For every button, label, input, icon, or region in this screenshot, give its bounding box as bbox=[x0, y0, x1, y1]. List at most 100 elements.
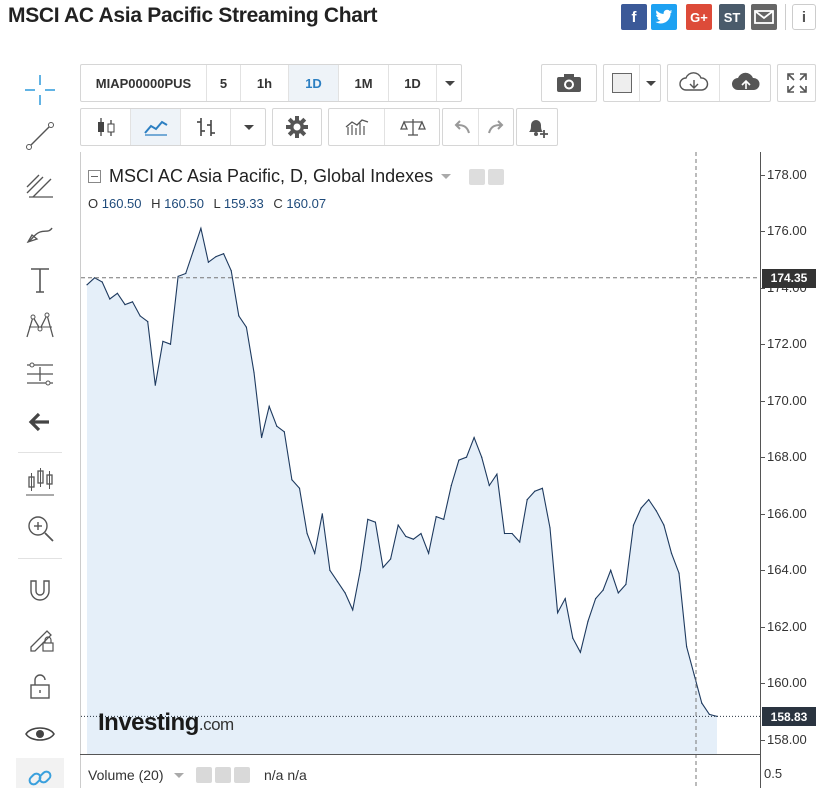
data-point bbox=[261, 436, 263, 439]
axis-tick-mark bbox=[761, 287, 765, 289]
data-point bbox=[116, 292, 118, 294]
data-point bbox=[640, 507, 642, 509]
back-arrow-icon[interactable] bbox=[16, 402, 64, 442]
chevron-down-icon[interactable] bbox=[174, 773, 184, 778]
axis-tick-label: 178.00 bbox=[767, 166, 807, 182]
info-icon[interactable]: i bbox=[792, 4, 816, 30]
data-point bbox=[162, 340, 164, 342]
indicators-toolbar bbox=[328, 108, 440, 146]
close-label: C bbox=[273, 196, 283, 211]
data-point bbox=[329, 569, 331, 571]
fullscreen-button[interactable] bbox=[777, 64, 816, 102]
settings-button[interactable] bbox=[272, 108, 322, 146]
axis-tick-label: 176.00 bbox=[767, 223, 807, 239]
data-point bbox=[336, 581, 339, 583]
chevron-down-icon[interactable] bbox=[441, 174, 452, 179]
ohlc-readout: O 160.50 H 160.50 L 159.33 C 160.07 bbox=[88, 196, 332, 211]
candlestick-icon[interactable] bbox=[81, 109, 131, 145]
symbol-button[interactable]: MIAP00000PUS bbox=[81, 65, 207, 101]
price-chart[interactable] bbox=[81, 152, 761, 788]
data-point bbox=[450, 484, 452, 487]
axis-tick-mark bbox=[761, 344, 765, 346]
magnet-icon[interactable] bbox=[16, 570, 64, 610]
chevron-down-icon[interactable] bbox=[231, 109, 266, 145]
data-point bbox=[428, 552, 430, 554]
link-icon[interactable] bbox=[16, 758, 64, 788]
bars-icon[interactable] bbox=[181, 109, 231, 145]
chart-legend: MSCI AC Asia Pacific, D, Global Indexes bbox=[88, 166, 505, 187]
fib-tool-icon[interactable] bbox=[16, 164, 64, 204]
lock-drawing-icon[interactable] bbox=[16, 618, 64, 658]
visibility-icon[interactable] bbox=[196, 767, 212, 783]
interval-1m-button[interactable]: 1M bbox=[339, 65, 389, 101]
crosshair-price-tag: 174.35 bbox=[762, 268, 816, 288]
data-point bbox=[200, 227, 202, 229]
interval-dropdown[interactable] bbox=[437, 65, 462, 101]
interval-1h-button[interactable]: 1h bbox=[241, 65, 289, 101]
axis-tick-label: 172.00 bbox=[767, 336, 807, 352]
indicators-icon[interactable] bbox=[329, 109, 385, 145]
unlock-icon[interactable] bbox=[16, 666, 64, 706]
crosshair-icon[interactable] bbox=[16, 70, 64, 110]
axis-tick-label: 162.00 bbox=[767, 618, 807, 634]
twitter-icon[interactable] bbox=[651, 4, 677, 30]
interval-1d-button[interactable]: 1D bbox=[289, 65, 339, 101]
data-point bbox=[177, 275, 179, 277]
cloud-upload-icon[interactable] bbox=[720, 65, 771, 101]
facebook-icon[interactable]: f bbox=[621, 4, 647, 30]
gear-icon[interactable] bbox=[215, 767, 231, 783]
close-icon[interactable] bbox=[234, 767, 250, 783]
eye-icon[interactable] bbox=[16, 714, 64, 754]
data-point bbox=[139, 315, 141, 317]
data-point bbox=[147, 321, 149, 323]
data-point bbox=[443, 518, 445, 520]
axis-tick-mark bbox=[761, 570, 765, 572]
area-chart-icon[interactable] bbox=[131, 109, 181, 145]
investing-logo: Investing.com bbox=[98, 709, 234, 736]
pattern-icon[interactable] bbox=[16, 306, 64, 346]
price-axis[interactable]: 178.00176.00174.00172.00170.00168.00166.… bbox=[760, 152, 816, 788]
volume-axis-tick: 0.5 bbox=[764, 766, 783, 781]
data-point bbox=[701, 702, 703, 704]
data-point bbox=[648, 499, 650, 501]
data-point bbox=[397, 524, 399, 526]
email-icon[interactable] bbox=[751, 4, 777, 30]
color-picker[interactable] bbox=[603, 64, 661, 102]
data-point bbox=[321, 513, 323, 515]
interval-1d-alt-button[interactable]: 1D bbox=[389, 65, 437, 101]
stocktwits-icon[interactable]: ST bbox=[719, 4, 745, 30]
data-point bbox=[230, 270, 232, 272]
price-area-fill bbox=[87, 228, 717, 755]
googleplus-icon[interactable]: G+ bbox=[686, 4, 712, 30]
volume-pane[interactable]: Volume (20) n/a n/a bbox=[80, 754, 760, 788]
toolbar-divider bbox=[18, 558, 62, 559]
volume-label: Volume (20) bbox=[88, 767, 164, 783]
zoom-in-icon[interactable] bbox=[16, 508, 64, 548]
cloud-download-icon[interactable] bbox=[668, 65, 720, 101]
chevron-down-icon bbox=[444, 80, 455, 86]
data-point bbox=[579, 651, 581, 653]
data-point bbox=[511, 532, 513, 535]
chart-pane[interactable] bbox=[80, 152, 761, 788]
measure-icon[interactable] bbox=[16, 354, 64, 394]
candles-icon[interactable] bbox=[16, 462, 64, 502]
trend-line-icon[interactable] bbox=[16, 116, 64, 156]
axis-tick-label: 158.00 bbox=[767, 731, 807, 747]
data-point bbox=[298, 487, 301, 489]
text-icon[interactable] bbox=[16, 260, 64, 300]
alert-button[interactable] bbox=[516, 108, 558, 146]
redo-icon[interactable] bbox=[479, 109, 514, 145]
gear-icon bbox=[273, 109, 321, 145]
data-point bbox=[268, 405, 270, 407]
visibility-icon[interactable] bbox=[469, 168, 486, 185]
gear-icon[interactable] bbox=[488, 168, 505, 185]
axis-tick-label: 160.00 bbox=[767, 675, 807, 691]
data-point bbox=[420, 532, 422, 535]
undo-icon[interactable] bbox=[443, 109, 479, 145]
legend-collapse-icon[interactable] bbox=[88, 170, 101, 183]
brush-icon[interactable] bbox=[16, 212, 64, 252]
snapshot-button[interactable] bbox=[541, 64, 597, 102]
compare-scale-icon[interactable] bbox=[385, 109, 440, 145]
interval-5-button[interactable]: 5 bbox=[207, 65, 241, 101]
toolbar-divider bbox=[18, 452, 62, 453]
